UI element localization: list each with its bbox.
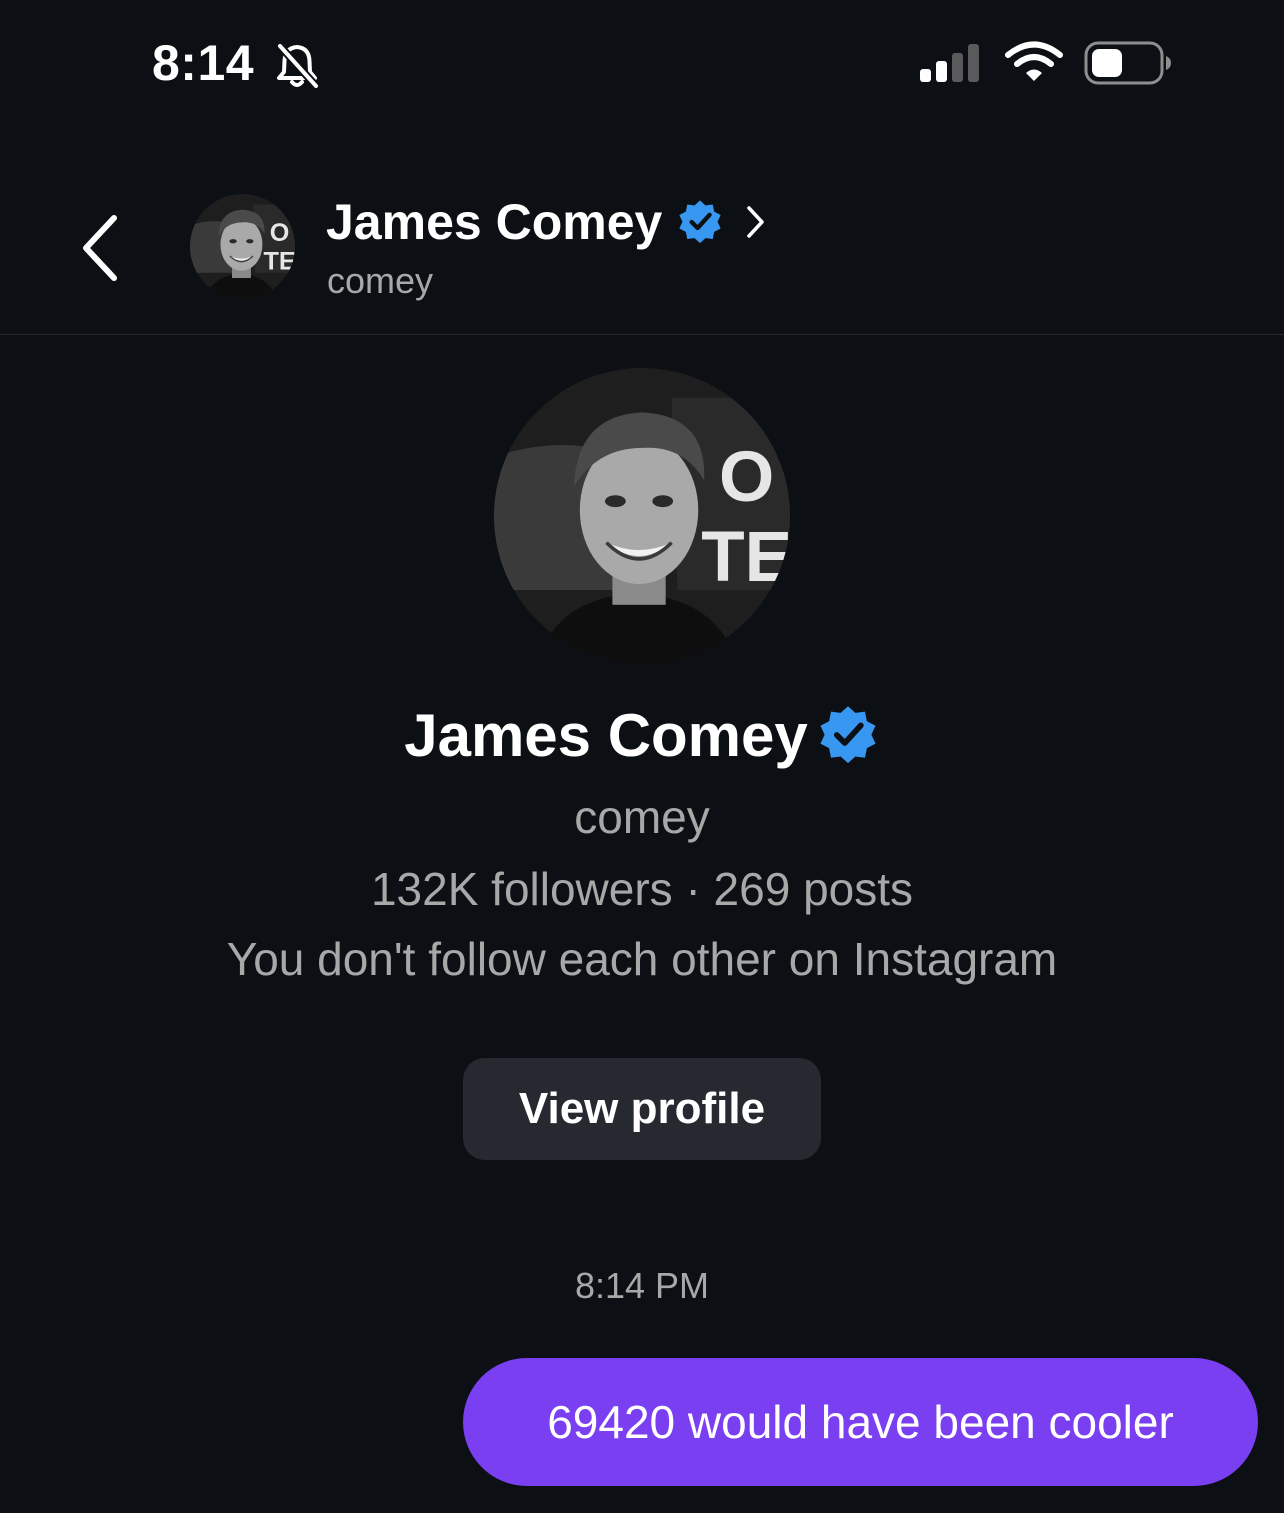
profile-username: comey xyxy=(574,791,710,843)
bell-slash-icon xyxy=(277,43,319,89)
signal-icon xyxy=(920,44,979,82)
profile-stats: 132K followers · 269 posts xyxy=(370,863,914,915)
battery-icon xyxy=(1084,41,1171,85)
profile-photo xyxy=(190,194,295,299)
header-username: comey xyxy=(327,260,434,301)
status-bar: 8:14 xyxy=(0,0,1284,130)
verified-badge-icon xyxy=(816,703,880,767)
profile-photo xyxy=(494,368,790,664)
status-time: 8:14 xyxy=(152,35,255,91)
view-profile-button[interactable]: View profile xyxy=(463,1058,821,1160)
profile-avatar[interactable] xyxy=(494,368,790,664)
header-name: James Comey xyxy=(326,194,663,250)
profile-name-row: James Comey xyxy=(0,700,1284,770)
avatar[interactable] xyxy=(190,194,295,299)
header-title[interactable]: James Comey xyxy=(326,192,770,252)
verified-badge-icon xyxy=(676,198,724,246)
follow-status-note: You don't follow each other on Instagram xyxy=(226,933,1058,985)
chevron-right-icon xyxy=(747,206,765,238)
chevron-left-icon[interactable] xyxy=(70,208,130,288)
wifi-icon xyxy=(1005,41,1063,81)
sent-message-bubble[interactable]: 69420 would have been cooler xyxy=(463,1358,1258,1486)
chat-header: James Comey comey xyxy=(0,130,1284,335)
message-timestamp: 8:14 PM xyxy=(574,1265,710,1306)
message-text: 69420 would have been cooler xyxy=(547,1396,1174,1448)
profile-name: James Comey xyxy=(404,701,808,769)
